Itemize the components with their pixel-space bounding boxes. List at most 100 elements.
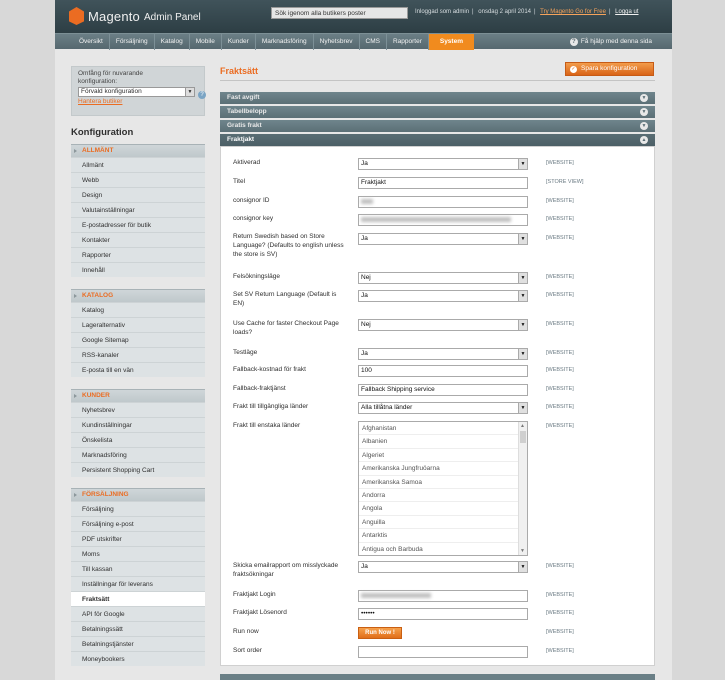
- sidebar-item-allmant[interactable]: Allmänt: [71, 157, 205, 172]
- sidebar-item-lageralternativ[interactable]: Lageralternativ: [71, 317, 205, 332]
- list-item[interactable]: Angola: [359, 502, 518, 516]
- tab-mobile[interactable]: Mobile: [190, 34, 222, 50]
- sidebar-item-google-sitemap[interactable]: Google Sitemap: [71, 332, 205, 347]
- field-titel-input[interactable]: Fraktjakt: [358, 177, 528, 189]
- sidebar-group-header[interactable]: FÖRSÄLJNING: [71, 488, 205, 501]
- field-frakt-till-tillgangliga-lander-select[interactable]: Alla tillåtna länder ▼: [358, 402, 528, 414]
- tab-katalog[interactable]: Katalog: [155, 34, 190, 50]
- sidebar-title: Konfiguration: [71, 127, 134, 138]
- sidebar-item-forsaljning-e-post[interactable]: Försäljning e-post: [71, 516, 205, 531]
- help-link[interactable]: ? Få hjälp med denna sida: [569, 34, 652, 50]
- field-fallback-fraktjanst-input[interactable]: Fallback Shipping service: [358, 384, 528, 396]
- scroll-down-icon[interactable]: ▼: [520, 548, 525, 554]
- scope-tag: [WEBSITE]: [546, 216, 574, 222]
- scope-tag: [WEBSITE]: [546, 629, 574, 635]
- tab-forsaljning[interactable]: Försäljning: [110, 34, 155, 50]
- divider: [220, 80, 655, 81]
- section-header-fraktjakt[interactable]: Fraktjakt ▲: [220, 134, 655, 146]
- sidebar-item-e-postadresser-for-butik[interactable]: E-postadresser för butik: [71, 217, 205, 232]
- sidebar-group-header[interactable]: ALLMÄNT: [71, 144, 205, 157]
- list-item[interactable]: Amerikanska Samoa: [359, 476, 518, 489]
- field-sort-order-input[interactable]: [358, 646, 528, 658]
- sidebar-item-installningar-for-leverans[interactable]: Inställningar för leverans: [71, 576, 205, 591]
- sidebar-item-katalog[interactable]: Katalog: [71, 302, 205, 317]
- sidebar-item-rss-kanaler[interactable]: RSS-kanaler: [71, 347, 205, 362]
- list-item[interactable]: Afghanistan: [359, 422, 518, 436]
- sidebar-group-katalog: KATALOG Katalog Lageralternativ Google Site…: [71, 289, 205, 377]
- list-item[interactable]: Antarktis: [359, 529, 518, 543]
- tab-cms[interactable]: CMS: [360, 34, 387, 50]
- list-item[interactable]: Albanien: [359, 435, 518, 449]
- run-now-button[interactable]: Run Now !: [358, 627, 402, 639]
- tab-oversikt[interactable]: Översikt: [73, 34, 110, 50]
- field-return-swedish-based-on-store--select[interactable]: Ja ▼: [358, 233, 528, 245]
- scope-select[interactable]: Förvald konfiguration ▼: [78, 87, 195, 97]
- sidebar-item-kontakter[interactable]: Kontakter: [71, 232, 205, 247]
- sidebar-item-webb[interactable]: Webb: [71, 172, 205, 187]
- field-set-sv-return-language-default-select[interactable]: Ja ▼: [358, 290, 528, 302]
- tab-system[interactable]: System: [428, 34, 474, 50]
- field-fraktjakt-losenord-input[interactable]: ••••••: [358, 608, 528, 620]
- field-consignor-id-input[interactable]: [358, 196, 528, 208]
- try-magento-link[interactable]: Try Magento Go for Free: [540, 9, 606, 15]
- sidebar-group-forsaljning: FÖRSÄLJNING Försäljning Försäljning e-post…: [71, 488, 205, 666]
- question-icon[interactable]: ?: [198, 91, 206, 99]
- sidebar-item-till-kassan[interactable]: Till kassan: [71, 561, 205, 576]
- sidebar-item-moneybookers[interactable]: Moneybookers: [71, 651, 205, 666]
- field-consignor-key-input[interactable]: [358, 214, 528, 226]
- sidebar-item-pdf-utskrifter[interactable]: PDF utskrifter: [71, 531, 205, 546]
- sidebar-item-e-posta-till-en-van[interactable]: E-posta till en vän: [71, 362, 205, 377]
- list-item[interactable]: Antigua och Barbuda: [359, 543, 518, 555]
- list-item[interactable]: Amerikanska Jungfruöarna: [359, 462, 518, 476]
- sidebar-group-header[interactable]: KUNDER: [71, 389, 205, 402]
- section-header-gratis-frakt[interactable]: Gratis frakt ▼: [220, 120, 655, 132]
- section-header-ups[interactable]: [220, 674, 655, 680]
- sidebar-item-rapporter[interactable]: Rapporter: [71, 247, 205, 262]
- sidebar-item-innehall[interactable]: Innehåll: [71, 262, 205, 277]
- save-config-button[interactable]: ✓ Spara konfiguration: [565, 62, 654, 76]
- list-item[interactable]: Anguilla: [359, 516, 518, 530]
- logout-link[interactable]: Logga ut: [615, 9, 638, 15]
- field-use-cache-for-faster-checkout--select[interactable]: Nej ▼: [358, 319, 528, 331]
- logo[interactable]: Magento Admin Panel: [69, 5, 201, 27]
- global-search-input[interactable]: Sök igenom alla butikers poster: [271, 7, 408, 19]
- sidebar-group-allmant: ALLMÄNT Allmänt Webb Design Valutainställnin…: [71, 144, 205, 277]
- sidebar-item-marknadsforing[interactable]: Marknadsföring: [71, 447, 205, 462]
- list-item[interactable]: Andorra: [359, 489, 518, 503]
- sidebar-item-moms[interactable]: Moms: [71, 546, 205, 561]
- manage-stores-link[interactable]: Hantera butiker: [78, 98, 198, 105]
- sidebar-item-nyhetsbrev[interactable]: Nyhetsbrev: [71, 402, 205, 417]
- section-header-fast-avgift[interactable]: Fast avgift ▼: [220, 92, 655, 104]
- section-header-tabellbelopp[interactable]: Tabellbelopp ▼: [220, 106, 655, 118]
- sidebar-item-persistent-shopping-cart[interactable]: Persistent Shopping Cart: [71, 462, 205, 477]
- field-felsokningslage-select[interactable]: Nej ▼: [358, 272, 528, 284]
- field-testlage-select[interactable]: Ja ▼: [358, 348, 528, 360]
- sidebar-item-valutainstallningar[interactable]: Valutainställningar: [71, 202, 205, 217]
- sidebar-item-fraktsatt[interactable]: Fraktsätt: [71, 591, 205, 606]
- sidebar-item-forsaljning[interactable]: Försäljning: [71, 501, 205, 516]
- field-skicka-emailrapport-om-misslyc-select[interactable]: Ja ▼: [358, 561, 528, 573]
- sidebar-group-header[interactable]: KATALOG: [71, 289, 205, 302]
- sidebar-item-design[interactable]: Design: [71, 187, 205, 202]
- chevron-down-icon: ▼: [518, 320, 527, 330]
- tab-kunder[interactable]: Kunder: [222, 34, 256, 50]
- scroll-thumb[interactable]: [520, 431, 526, 443]
- field-label: consignor ID: [233, 197, 270, 204]
- tab-marknadsforing[interactable]: Marknadsföring: [256, 34, 314, 50]
- tab-nyhetsbrev[interactable]: Nyhetsbrev: [314, 34, 360, 50]
- sidebar-item-kundinstallningar[interactable]: Kundinställningar: [71, 417, 205, 432]
- fraktjakt-panel: Aktiverad Ja ▼ [WEBSITE] Titel Fraktjakt [STOR…: [220, 146, 655, 666]
- tab-rapporter[interactable]: Rapporter: [387, 34, 429, 50]
- field-fraktjakt-login-input[interactable]: [358, 590, 528, 602]
- select-value: Ja: [361, 292, 368, 299]
- sidebar-item-betalningstjanster[interactable]: Betalningstjänster: [71, 636, 205, 651]
- sidebar-item-onskelista[interactable]: Önskelista: [71, 432, 205, 447]
- list-item[interactable]: Algeriet: [359, 449, 518, 463]
- sidebar-item-api-for-google[interactable]: API för Google: [71, 606, 205, 621]
- field-aktiverad-select[interactable]: Ja ▼: [358, 158, 528, 170]
- sidebar-item-betalningssatt[interactable]: Betalningssätt: [71, 621, 205, 636]
- scrollbar[interactable]: ▲ ▼: [518, 422, 527, 555]
- field-fallback-kostnad-for-frakt-input[interactable]: 100: [358, 365, 528, 377]
- countries-multiselect[interactable]: Afghanistan Albanien Algeriet Amerikanska J…: [358, 421, 528, 556]
- scroll-up-icon[interactable]: ▲: [520, 423, 525, 429]
